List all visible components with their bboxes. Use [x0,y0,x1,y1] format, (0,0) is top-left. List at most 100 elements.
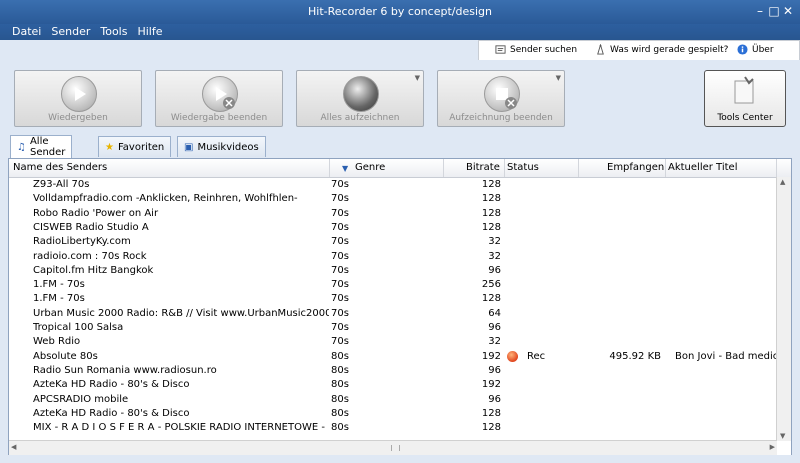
table-row[interactable]: Web Rdio 70s 32 [9,335,777,349]
cell-genre: 80s [331,379,349,391]
record-all-dropdown-icon[interactable]: ▼ [415,74,420,82]
play-icon [61,76,97,112]
tab-favoriten[interactable]: ★ Favoriten [98,136,172,157]
cell-name: Urban Music 2000 Radio: R&B // Visit www… [33,307,329,319]
cell-bitrate: 128 [481,407,501,419]
column-divider [776,159,777,177]
table-row[interactable]: MIX - R A D I O S F E R A - POLSKIE RADI… [9,421,777,435]
cell-name: radioio.com : 70s Rock [33,250,147,262]
tools-center-button[interactable]: Tools Center [704,70,786,127]
table-row[interactable]: APCSRADIO mobile 80s 96 [9,393,777,407]
cell-bitrate: 128 [481,207,501,219]
recording-icon [507,350,518,362]
star-icon: ★ [105,141,114,153]
horizontal-scrollbar[interactable]: ◀ ▶ [9,440,777,455]
cell-genre: 70s [331,193,349,205]
cell-genre: 70s [331,236,349,248]
cell-bitrate: 128 [481,221,501,233]
column-empfangen[interactable]: Empfangen [607,162,664,173]
table-row[interactable]: AzteKa HD Radio - 80's & Disco 80s 128 [9,407,777,421]
table-row[interactable]: CISWEB Radio Studio A 70s 128 [9,221,777,235]
sender-suchen-link[interactable]: Sender suchen [495,44,577,55]
cell-genre: 70s [331,207,349,219]
cell-titel: Bon Jovi - Bad medicine [675,350,777,362]
column-divider [665,159,666,177]
table-row[interactable]: 1.FM - 70s 70s 128 [9,292,777,306]
table-row[interactable]: Z93-All 70s 70s 128 [9,178,777,192]
cell-genre: 80s [331,393,349,405]
search-sender-icon [495,45,506,54]
cell-bitrate: 96 [488,393,501,405]
ueber-link[interactable]: Über [737,44,774,55]
tab-musikvideos[interactable]: ▣ Musikvideos [177,136,266,157]
menu-hilfe[interactable]: Hilfe [132,24,167,39]
music-note-icon: ♫ [17,141,26,153]
menu-sender[interactable]: Sender [46,24,95,39]
cell-bitrate: 32 [488,336,501,348]
was-wird-label: Was wird gerade gespielt? [610,44,729,55]
tools-clipboard-icon [734,76,754,104]
title-bar: Hit-Recorder 6 by concept/design – □ ✕ [0,0,800,24]
ueber-label: Über [752,44,774,55]
vertical-scrollbar[interactable]: ▲ ▼ [776,177,791,441]
cell-name: APCSRADIO mobile [33,393,129,405]
scroll-down-icon[interactable]: ▼ [780,432,785,440]
station-list[interactable]: Name des Senders ▼ Genre Bitrate Status … [8,158,792,456]
column-status[interactable]: Status [507,162,539,173]
cell-genre: 70s [331,279,349,291]
table-row[interactable]: Urban Music 2000 Radio: R&B // Visit www… [9,307,777,321]
cell-name: 1.FM - 70s [33,293,85,305]
stop-record-icon [484,76,520,112]
cell-name: MIX - R A D I O S F E R A - POLSKIE RADI… [33,422,329,434]
cell-bitrate: 128 [481,193,501,205]
cell-genre: 70s [331,250,349,262]
cell-genre: 70s [331,307,349,319]
column-bitrate[interactable]: Bitrate [466,162,500,173]
column-name[interactable]: Name des Senders [13,162,107,173]
cell-genre: 80s [331,407,349,419]
tab-favoriten-label: Favoriten [117,141,165,153]
status-bar [0,455,800,463]
column-genre[interactable]: Genre [355,162,385,173]
cell-bitrate: 32 [488,250,501,262]
stop-play-button[interactable]: Wiedergabe beenden [155,70,283,127]
cell-name: CISWEB Radio Studio A [33,221,149,233]
column-titel[interactable]: Aktueller Titel [668,162,737,173]
table-row[interactable]: 1.FM - 70s 70s 256 [9,278,777,292]
scroll-left-icon[interactable]: ◀ [11,443,16,451]
table-row[interactable]: AzteKa HD Radio - 80's & Disco 80s 192 [9,378,777,392]
menu-datei[interactable]: Datei [7,24,46,39]
record-all-button[interactable]: ▼ Alles aufzeichnen [296,70,424,127]
cell-name: 1.FM - 70s [33,279,85,291]
cell-bitrate: 96 [488,264,501,276]
stop-record-button[interactable]: ▼ Aufzeichnung beenden [437,70,565,127]
cell-genre: 70s [331,221,349,233]
info-icon [737,44,748,55]
close-icon[interactable]: ✕ [780,3,796,19]
play-label: Wiedergeben [48,113,108,123]
play-button[interactable]: Wiedergeben [14,70,142,127]
scroll-up-icon[interactable]: ▲ [780,178,785,186]
table-row[interactable]: Volldampfradio.com -Anklicken, Reinhren,… [9,192,777,206]
column-header-row: Name des Senders ▼ Genre Bitrate Status … [9,159,791,178]
table-row[interactable]: RadioLibertyKy.com 70s 32 [9,235,777,249]
was-wird-gespielt-link[interactable]: Was wird gerade gespielt? [595,44,728,55]
table-row[interactable]: Tropical 100 Salsa 70s 96 [9,321,777,335]
menu-tools[interactable]: Tools [95,24,132,39]
cell-genre: 70s [331,293,349,305]
tab-alle-sender[interactable]: ♫ Alle Sender [10,135,73,158]
cell-name: Z93-All 70s [33,179,90,190]
stop-record-dropdown-icon[interactable]: ▼ [556,74,561,82]
scroll-right-icon[interactable]: ▶ [770,443,775,451]
scroll-thumb-grip[interactable] [391,445,400,451]
cell-name: Radio Sun Romania www.radiosun.ro [33,364,217,376]
table-row[interactable]: Radio Sun Romania www.radiosun.ro 80s 96 [9,364,777,378]
table-row[interactable]: radioio.com : 70s Rock 70s 32 [9,250,777,264]
table-row[interactable]: Robo Radio 'Power on Air 70s 128 [9,207,777,221]
stop-play-label: Wiedergabe beenden [170,113,268,123]
table-row[interactable]: Absolute 80s 80s 192 Rec 495.92 KB Bon Jovi -… [9,350,777,364]
table-row[interactable]: Capitol.fm Hitz Bangkok 70s 96 [9,264,777,278]
cell-bitrate: 128 [481,179,501,190]
cell-genre: 80s [331,422,349,434]
cell-name: Robo Radio 'Power on Air [33,207,159,219]
